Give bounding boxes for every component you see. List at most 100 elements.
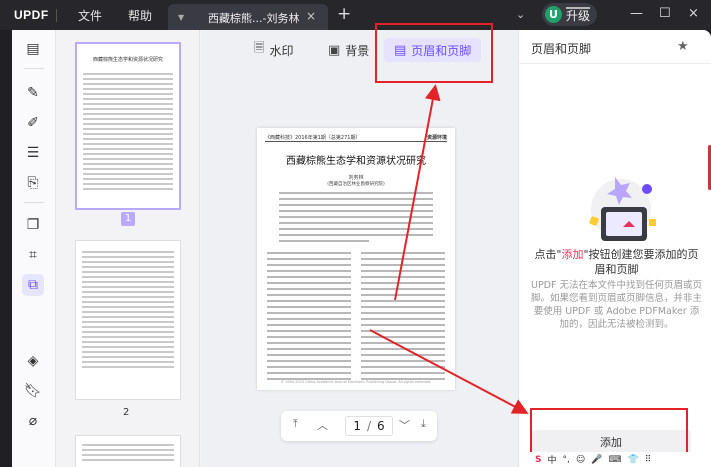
document-title: 西藏棕熊生态学和资源状况研究 (286, 156, 426, 167)
panel-title: 页眉和页脚 (531, 42, 592, 56)
empty-state-illustration (589, 177, 656, 241)
organize-pages-icon[interactable]: ❐ (22, 214, 44, 236)
new-tab-button[interactable]: + (337, 4, 351, 24)
text-line (279, 192, 433, 194)
text-line (279, 234, 433, 236)
text-line (361, 288, 445, 290)
page-number-2: 2 (123, 407, 130, 418)
bookmark-icon[interactable]: 🔖︎ (22, 380, 44, 402)
watermark-tool[interactable]: 🗏︎ 水印 (254, 38, 293, 62)
divider (56, 9, 57, 22)
thumbnail-panel: 西藏棕熊生态学和资源状况研究 1 2 (57, 30, 200, 467)
text-line (267, 276, 351, 278)
ime-voice-icon[interactable]: 🎤 (591, 455, 602, 465)
empty-state-message: 点击"添加"按钮创建您要添加的页眉和页脚 (534, 248, 699, 276)
tab-dropdown-icon[interactable]: ▼ (178, 13, 184, 22)
upgrade-button[interactable]: U 升级 (542, 3, 597, 26)
document-author: 刘务林 (348, 175, 364, 181)
page-input[interactable]: 1 / 6 (345, 416, 393, 436)
tab-close-icon[interactable]: × (306, 9, 316, 23)
text-line (267, 288, 351, 290)
text-line (361, 354, 445, 356)
text-line (361, 270, 445, 272)
text-line (267, 294, 351, 296)
text-line (279, 216, 433, 218)
text-line (361, 372, 445, 374)
text-line (267, 252, 351, 254)
star-icon[interactable]: ★ (677, 39, 689, 54)
crop-icon[interactable]: ⌗ (22, 244, 44, 266)
maximize-icon[interactable]: ☐ (659, 6, 671, 21)
page-thumbnail-2[interactable] (75, 240, 181, 400)
edit-pdf-icon[interactable]: ✐ (22, 112, 44, 134)
divider (519, 63, 711, 64)
background-label: 背景 (345, 43, 370, 58)
page-number-1: 1 (121, 212, 135, 226)
ime-punctuation-icon[interactable]: °, (563, 455, 570, 465)
text-line (267, 336, 351, 338)
text-line (267, 270, 351, 272)
text-line (361, 300, 445, 302)
reader-icon[interactable]: ▤ (22, 38, 44, 60)
background-tool[interactable]: ▣ 背景 (328, 38, 369, 62)
left-toolbar: ▤ ✎ ✐ ☰ ⎘ ❐ ⌗ ⧉ ◈ 🔖︎ ⌀ (12, 30, 56, 467)
ocr-icon[interactable]: ⎘ (22, 172, 44, 194)
ime-menu-icon[interactable]: ⠿ (645, 455, 652, 465)
comment-icon[interactable]: ✎ (22, 82, 44, 104)
page-tools-icon[interactable]: ⧉ (22, 274, 44, 296)
text-line (267, 324, 351, 326)
page-navigator: ⤒ ︿ 1 / 6 ﹀ ⤓ (281, 411, 437, 441)
text-line (361, 276, 445, 278)
ime-skin-icon[interactable]: 👕 (627, 455, 638, 465)
thumbnail-title: 西藏棕熊生态学和资源状况研究 (92, 57, 163, 63)
text-line (361, 366, 445, 368)
avatar[interactable]: U (545, 6, 562, 23)
divider (24, 202, 44, 203)
updf-logo: UPDF (14, 8, 49, 22)
text-line (361, 258, 445, 260)
page-header-right: 资源环境 (426, 135, 447, 141)
text-line (361, 282, 445, 284)
menu-help[interactable]: 帮助 (128, 7, 152, 24)
text-line (361, 330, 445, 332)
text-line (279, 204, 433, 206)
ime-logo-icon[interactable]: S (535, 455, 541, 465)
text-line (361, 342, 445, 344)
text-line (267, 342, 351, 344)
menu-file[interactable]: 文件 (78, 7, 102, 24)
text-line (279, 240, 369, 242)
close-icon[interactable]: × (688, 6, 699, 21)
page-thumbnail-1[interactable]: 西藏棕熊生态学和资源状况研究 (75, 42, 181, 210)
text-line (267, 360, 351, 362)
text-line (267, 366, 351, 368)
watermark-label: 水印 (269, 43, 294, 58)
text-line (361, 318, 445, 320)
background-icon: ▣ (328, 42, 341, 58)
chevron-down-icon[interactable]: ⌄ (516, 8, 525, 21)
ime-language-icon[interactable]: 中 (547, 453, 556, 466)
text-line (267, 318, 351, 320)
ime-keyboard-icon[interactable]: ⌨ (608, 455, 621, 465)
minimize-icon[interactable]: — (630, 6, 643, 21)
last-page-icon[interactable]: ⤓ (421, 417, 426, 431)
text-line (267, 300, 351, 302)
next-page-icon[interactable]: ﹀ (399, 417, 410, 433)
annotation-box-add (530, 408, 688, 456)
total-pages: 6 (377, 419, 385, 433)
first-page-icon[interactable]: ⤒ (293, 417, 298, 431)
document-tab[interactable]: ▼ 西藏棕熊...-刘务林 × (168, 4, 328, 30)
ime-emoji-icon[interactable]: ☺ (576, 455, 585, 465)
app-window: ▤ ✎ ✐ ☰ ⎘ ❐ ⌗ ⧉ ◈ 🔖︎ ⌀ 西藏棕熊生态学和资源状况研究 1 (0, 30, 711, 467)
text-line (361, 306, 445, 308)
text-line (361, 252, 445, 254)
page-divider: / (366, 419, 372, 433)
form-icon[interactable]: ☰ (22, 142, 44, 164)
text-line (267, 354, 351, 356)
text-line (361, 264, 445, 266)
previous-page-icon[interactable]: ︿ (317, 417, 328, 433)
current-page: 1 (353, 419, 361, 433)
attachment-icon[interactable]: ⌀ (22, 410, 44, 432)
page-thumbnail-3[interactable] (75, 435, 181, 467)
watermark-icon: 🗏︎ (254, 41, 265, 56)
layers-icon[interactable]: ◈ (22, 350, 44, 372)
